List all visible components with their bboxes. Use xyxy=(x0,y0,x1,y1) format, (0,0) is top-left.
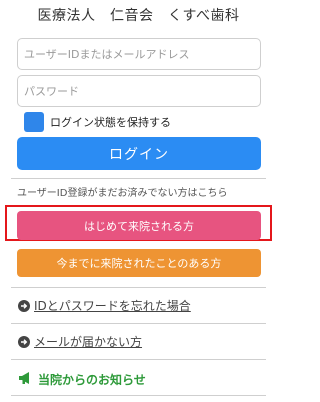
divider xyxy=(11,323,266,324)
returning-patient-button[interactable]: 今までに来院されたことのある方 xyxy=(17,249,261,277)
remember-checkbox[interactable] xyxy=(24,112,44,132)
mail-not-received-link[interactable]: メールが届かない方 xyxy=(18,333,142,350)
remember-label: ログイン状態を保持する xyxy=(50,116,171,129)
login-button[interactable]: ログイン xyxy=(17,137,261,170)
mail-not-received-label[interactable]: メールが届かない方 xyxy=(34,333,142,350)
password-input[interactable] xyxy=(17,75,261,107)
divider xyxy=(11,359,266,360)
news-label: 当院からのお知らせ xyxy=(38,373,146,387)
clinic-title: 医療法人 仁音会 くすべ歯科 xyxy=(37,8,240,24)
news-heading: 当院からのお知らせ xyxy=(18,370,146,389)
arrow-circle-icon xyxy=(18,335,30,348)
userid-input[interactable] xyxy=(17,38,261,70)
megaphone-icon xyxy=(18,370,34,389)
divider xyxy=(11,395,266,396)
forgot-credentials-label[interactable]: IDとパスワードを忘れた場合 xyxy=(34,297,191,314)
first-visit-button[interactable]: はじめて来院される方 xyxy=(17,211,261,240)
divider xyxy=(11,178,266,179)
forgot-credentials-link[interactable]: IDとパスワードを忘れた場合 xyxy=(18,297,191,314)
remember-login-row[interactable]: ログイン状態を保持する xyxy=(24,112,171,132)
registration-notice: ユーザーID登録がまだお済みでない方はこちら xyxy=(17,188,228,199)
divider xyxy=(11,287,266,288)
arrow-circle-icon xyxy=(18,299,30,312)
